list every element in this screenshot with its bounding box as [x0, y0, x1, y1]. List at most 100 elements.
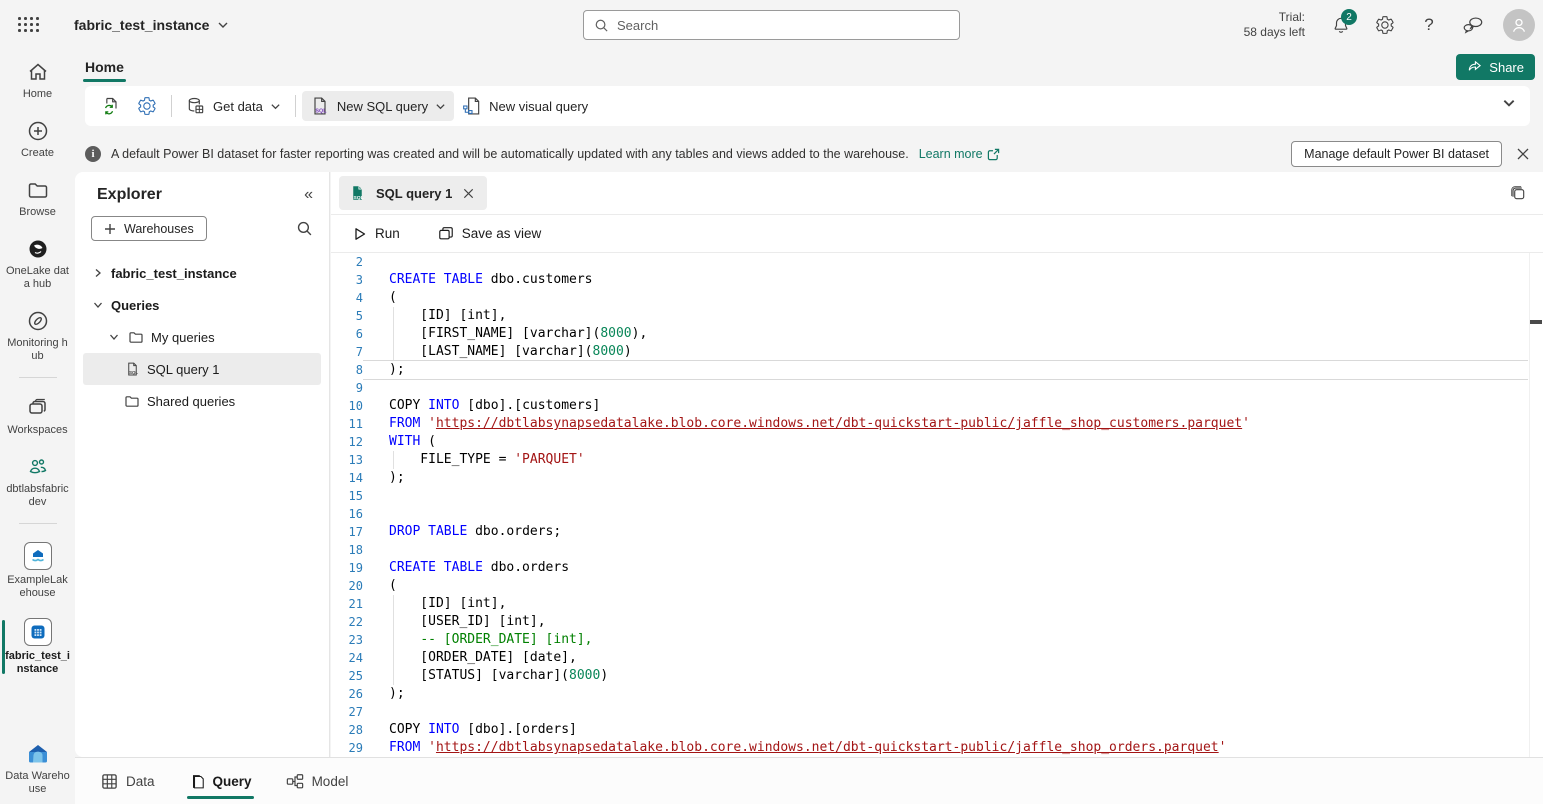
rail-item-workspaces[interactable]: Workspaces [3, 396, 73, 437]
query-toolbar: Run Save as view [331, 215, 1543, 253]
code-line[interactable]: 13 FILE_TYPE = 'PARQUET' [331, 451, 1543, 469]
chevron-down-icon [107, 332, 121, 342]
view-tab-query[interactable]: Query [187, 758, 254, 804]
rail-item-onelake-data-hub[interactable]: OneLake data hub [3, 237, 73, 291]
notifications-button[interactable]: 2 [1321, 5, 1361, 45]
code-line[interactable]: 8); [331, 361, 1543, 379]
nav-rail: Home Create Browse OneLake data hub Moni… [0, 50, 75, 804]
new-visual-query-label: New visual query [489, 99, 588, 114]
tree-item-shared-queries[interactable]: Shared queries [83, 385, 321, 417]
code-line[interactable]: 24 [ORDER_DATE] [date], [331, 649, 1543, 667]
run-label: Run [375, 226, 400, 241]
code-line[interactable]: 25 [STATUS] [varchar](8000) [331, 667, 1543, 685]
query-settings-button[interactable] [129, 91, 165, 121]
code-line[interactable]: 15 [331, 487, 1543, 505]
settings-button[interactable] [1365, 5, 1405, 45]
rail-divider [19, 523, 57, 524]
refresh-button[interactable] [93, 91, 129, 121]
line-number: 20 [331, 577, 363, 595]
line-number: 6 [331, 325, 363, 343]
app-launcher-button[interactable] [6, 0, 52, 50]
add-warehouses-button[interactable]: Warehouses [91, 216, 207, 241]
share-label: Share [1489, 60, 1524, 75]
collapse-explorer-button[interactable]: « [304, 186, 313, 204]
copy-button[interactable] [1510, 185, 1527, 202]
code-lines: 23CREATE TABLE dbo.customers4(5 [ID] [in… [331, 253, 1543, 757]
line-number: 5 [331, 307, 363, 325]
tree-item-sql-query-1[interactable]: SQL SQL query 1 [83, 353, 321, 385]
svg-text:SQL: SQL [129, 370, 138, 375]
new-visual-query-button[interactable]: New visual query [454, 91, 596, 121]
folder-icon [26, 178, 50, 202]
rail-item-home[interactable]: Home [3, 60, 73, 101]
code-line[interactable]: 23 -- [ORDER_DATE] [int], [331, 631, 1543, 649]
workspace-switcher[interactable]: fabric_test_instance [74, 17, 229, 33]
editor-scrollbar[interactable] [1529, 253, 1543, 757]
code-line[interactable]: 10COPY INTO [dbo].[customers] [331, 397, 1543, 415]
line-number: 8 [331, 361, 363, 379]
feedback-button[interactable] [1453, 5, 1493, 45]
code-line[interactable]: 26); [331, 685, 1543, 703]
code-line[interactable]: 12WITH ( [331, 433, 1543, 451]
line-number: 12 [331, 433, 363, 451]
new-sql-query-button[interactable]: SQL New SQL query [302, 91, 454, 121]
line-number: 25 [331, 667, 363, 685]
help-button[interactable]: ? [1409, 5, 1449, 45]
code-line[interactable]: 7 [LAST_NAME] [varchar](8000) [331, 343, 1543, 361]
share-button[interactable]: Share [1456, 54, 1535, 80]
code-line[interactable]: 28COPY INTO [dbo].[orders] [331, 721, 1543, 739]
run-button[interactable]: Run [347, 222, 406, 245]
code-line[interactable]: 20( [331, 577, 1543, 595]
code-line[interactable]: 9 [331, 379, 1543, 397]
save-as-view-button[interactable]: Save as view [432, 222, 548, 245]
view-tab-model[interactable]: Model [284, 758, 351, 804]
code-line[interactable]: 14); [331, 469, 1543, 487]
rail-item-monitoring-hub[interactable]: Monitoring hub [3, 309, 73, 363]
code-line[interactable]: 3CREATE TABLE dbo.customers [331, 271, 1543, 289]
view-switcher-bar: Data Query Model [75, 757, 1543, 804]
scrollbar-marker [1530, 320, 1542, 324]
code-line[interactable]: 6 [FIRST_NAME] [varchar](8000), [331, 325, 1543, 343]
tree-item-queries[interactable]: Queries [83, 289, 321, 321]
warehouse-icon [24, 618, 52, 646]
tree-item-warehouse[interactable]: fabric_test_instance [83, 257, 321, 289]
explorer-search-button[interactable] [296, 220, 313, 237]
rail-item-fabric-test-instance[interactable]: fabric_test_instance [3, 618, 73, 676]
code-line[interactable]: 22 [USER_ID] [int], [331, 613, 1543, 631]
view-tab-data[interactable]: Data [99, 758, 157, 804]
close-tab-icon[interactable] [462, 187, 475, 200]
banner-close-button[interactable] [1516, 147, 1530, 161]
code-line[interactable]: 29FROM 'https://dbtlabsynapsedatalake.bl… [331, 739, 1543, 757]
sql-code-editor[interactable]: 23CREATE TABLE dbo.customers4(5 [ID] [in… [331, 253, 1543, 757]
rail-item-browse[interactable]: Browse [3, 178, 73, 219]
feedback-icon [1462, 15, 1484, 35]
tree-item-my-queries[interactable]: My queries [83, 321, 321, 353]
query-tab-sql-query-1[interactable]: SQL SQL query 1 [339, 176, 487, 210]
manage-dataset-button[interactable]: Manage default Power BI dataset [1291, 141, 1502, 167]
code-line[interactable]: 11FROM 'https://dbtlabsynapsedatalake.bl… [331, 415, 1543, 433]
code-line[interactable]: 2 [331, 253, 1543, 271]
line-number: 26 [331, 685, 363, 703]
rail-item-data-warehouse[interactable]: Data Warehouse [3, 742, 73, 796]
account-avatar[interactable] [1503, 9, 1535, 41]
code-line[interactable]: 5 [ID] [int], [331, 307, 1543, 325]
code-line[interactable]: 18 [331, 541, 1543, 559]
code-line[interactable]: 16 [331, 505, 1543, 523]
code-line[interactable]: 17DROP TABLE dbo.orders; [331, 523, 1543, 541]
search-icon [594, 18, 609, 33]
code-line[interactable]: 19CREATE TABLE dbo.orders [331, 559, 1543, 577]
code-line[interactable]: 4( [331, 289, 1543, 307]
tab-home[interactable]: Home [81, 50, 128, 84]
code-line[interactable]: 27 [331, 703, 1543, 721]
collapse-ribbon-button[interactable] [1502, 96, 1516, 110]
rail-item-create[interactable]: Create [3, 119, 73, 160]
gear-icon [1375, 15, 1395, 35]
rail-item-dbtlabsfabricdev[interactable]: dbtlabsfabricdev [3, 455, 73, 509]
top-bar-right: Trial: 58 days left 2 ? [1244, 0, 1543, 50]
sql-file-icon: SQL [123, 361, 141, 377]
global-search[interactable]: Search [583, 10, 960, 40]
rail-item-examplelakehouse[interactable]: ExampleLakehouse [3, 542, 73, 600]
code-line[interactable]: 21 [ID] [int], [331, 595, 1543, 613]
learn-more-link[interactable]: Learn more [919, 147, 1000, 161]
get-data-button[interactable]: Get data [178, 91, 289, 121]
